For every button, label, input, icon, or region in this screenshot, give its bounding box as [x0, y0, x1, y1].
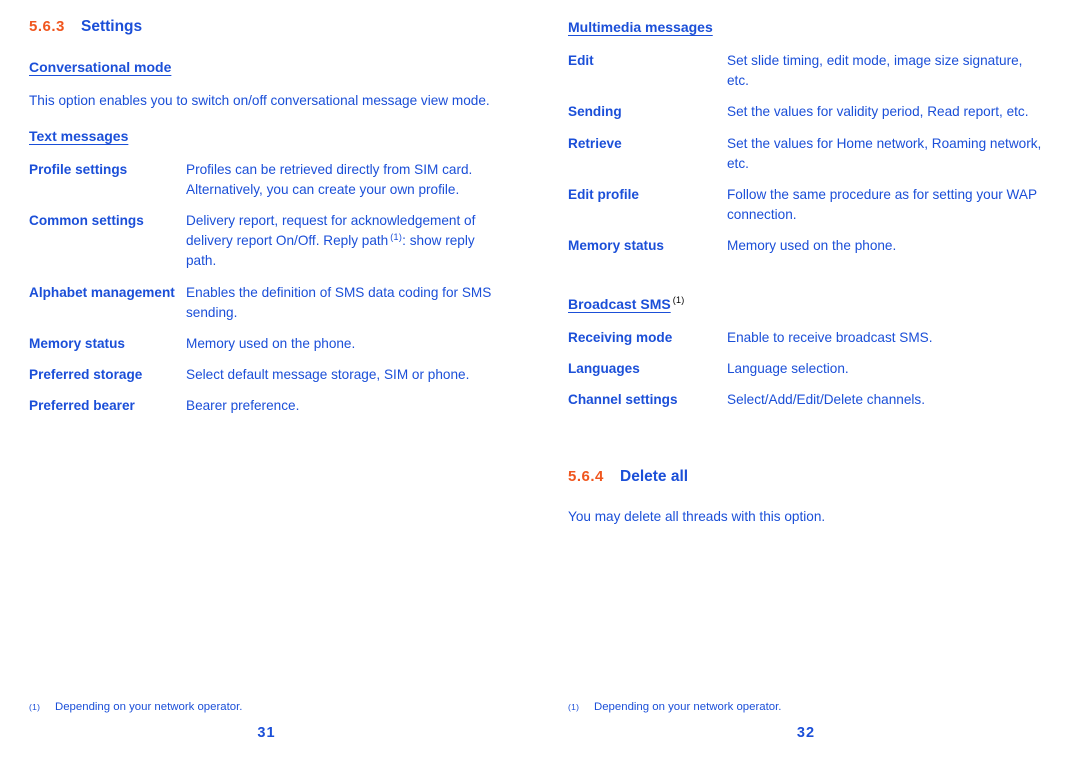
setting-label: Preferred bearer [29, 397, 135, 413]
page-number: 32 [796, 725, 816, 741]
setting-label: Edit [568, 53, 594, 69]
subheading-multimedia-messages: Multimedia messages [568, 19, 713, 35]
footnote: (1) Depending on your network operator. [29, 700, 504, 715]
page-right-footer: (1) Depending on your network operator. … [568, 700, 1044, 741]
setting-description: Set the values for Home network, Roaming… [727, 135, 1042, 171]
page-left-footer: (1) Depending on your network operator. … [29, 700, 504, 741]
page-left-content: 5.6.3 Settings Conversational mode This … [29, 18, 504, 416]
setting-description: Enables the definition of SMS data codin… [186, 284, 492, 320]
setting-description: Memory used on the phone. [186, 335, 356, 351]
section-heading-delete-all: 5.6.4 Delete all [568, 468, 1044, 486]
delete-all-paragraph: You may delete all threads with this opt… [568, 509, 826, 525]
setting-description: Profiles can be retrieved directly from … [186, 161, 473, 198]
footnote: (1) Depending on your network operator. [568, 700, 1044, 715]
page-number: 31 [257, 725, 276, 741]
setting-description: Set the values for validity period, Read… [727, 104, 1029, 120]
list-item: Languages Language selection. [568, 359, 1044, 379]
multimedia-messages-settings-list: Edit Set slide timing, edit mode, image … [568, 51, 1044, 256]
setting-label: Alphabet management [29, 284, 175, 300]
list-item: Receiving mode Enable to receive broadca… [568, 328, 1044, 348]
subheading-text-messages-wrap: Text messages [29, 127, 504, 146]
page-title: Settings [81, 18, 143, 35]
section-heading-settings: 5.6.3 Settings [29, 18, 504, 36]
conversational-mode-paragraph: This option enables you to switch on/off… [29, 92, 490, 108]
list-item: Preferred bearer Bearer preference. [29, 396, 504, 416]
setting-description: Select default message storage, SIM or p… [186, 366, 470, 382]
text-messages-settings-list: Profile settings Profiles can be retriev… [29, 160, 504, 416]
footnote-marker: (1) [390, 231, 403, 242]
manual-page-spread: 5.6.3 Settings Conversational mode This … [0, 0, 1080, 767]
footnote-marker: (1) [29, 702, 41, 713]
list-item: Retrieve Set the values for Home network… [568, 134, 1044, 174]
list-item: Channel settings Select/Add/Edit/Delete … [568, 390, 1044, 410]
setting-label: Common settings [29, 213, 144, 229]
footnote-marker: (1) [568, 702, 580, 713]
setting-description: Language selection. [727, 361, 849, 377]
setting-description: Follow the same procedure as for setting… [727, 186, 1037, 222]
setting-label: Retrieve [568, 135, 622, 151]
subheading-multimedia-messages-wrap: Multimedia messages [568, 18, 1044, 37]
setting-label: Edit profile [568, 186, 639, 202]
setting-description: Bearer preference. [186, 397, 300, 413]
setting-description: Delivery report, request for acknowledge… [186, 211, 504, 271]
setting-label: Preferred storage [29, 366, 143, 382]
section-number: 5.6.4 [568, 467, 604, 485]
setting-label: Memory status [29, 335, 125, 351]
subheading-conversational-mode-wrap: Conversational mode [29, 58, 504, 77]
subheading-conversational-mode: Conversational mode [29, 58, 172, 75]
list-item: Profile settings Profiles can be retriev… [29, 160, 504, 200]
section-title: Delete all [620, 467, 689, 485]
list-item: Alphabet management Enables the definiti… [29, 283, 504, 323]
footnote-text: Depending on your network operator. [594, 701, 782, 714]
subheading-text-messages: Text messages [29, 127, 129, 144]
footnote-text: Depending on your network operator. [55, 701, 243, 714]
setting-description: Enable to receive broadcast SMS. [727, 330, 933, 346]
list-item: Sending Set the values for validity peri… [568, 102, 1044, 122]
subheading-broadcast-sms-wrap: Broadcast SMS (1) [568, 295, 1044, 314]
list-item: Preferred storage Select default message… [29, 365, 504, 385]
list-item: Memory status Memory used on the phone. [568, 236, 1044, 256]
list-item: Memory status Memory used on the phone. [29, 334, 504, 354]
list-item: Edit profile Follow the same procedure a… [568, 185, 1044, 225]
subheading-broadcast-sms: Broadcast SMS [568, 296, 671, 313]
setting-description: Set slide timing, edit mode, image size … [727, 53, 1023, 89]
footnote-marker: (1) [672, 294, 685, 305]
page-right: Multimedia messages Edit Set slide timin… [540, 0, 1080, 767]
setting-description: Select/Add/Edit/Delete channels. [727, 392, 925, 408]
setting-label: Profile settings [29, 161, 128, 177]
broadcast-sms-settings-list: Receiving mode Enable to receive broadca… [568, 328, 1044, 410]
setting-label: Memory status [568, 237, 664, 253]
list-item: Edit Set slide timing, edit mode, image … [568, 51, 1044, 91]
page-left: 5.6.3 Settings Conversational mode This … [0, 0, 540, 767]
setting-label: Sending [568, 104, 622, 120]
setting-description: Memory used on the phone. [727, 237, 897, 253]
section-number: 5.6.3 [29, 18, 65, 35]
page-right-content: Multimedia messages Edit Set slide timin… [568, 18, 1044, 527]
setting-label: Channel settings [568, 392, 678, 408]
setting-label: Languages [568, 361, 640, 377]
list-item: Common settings Delivery report, request… [29, 211, 504, 271]
setting-label: Receiving mode [568, 330, 673, 346]
